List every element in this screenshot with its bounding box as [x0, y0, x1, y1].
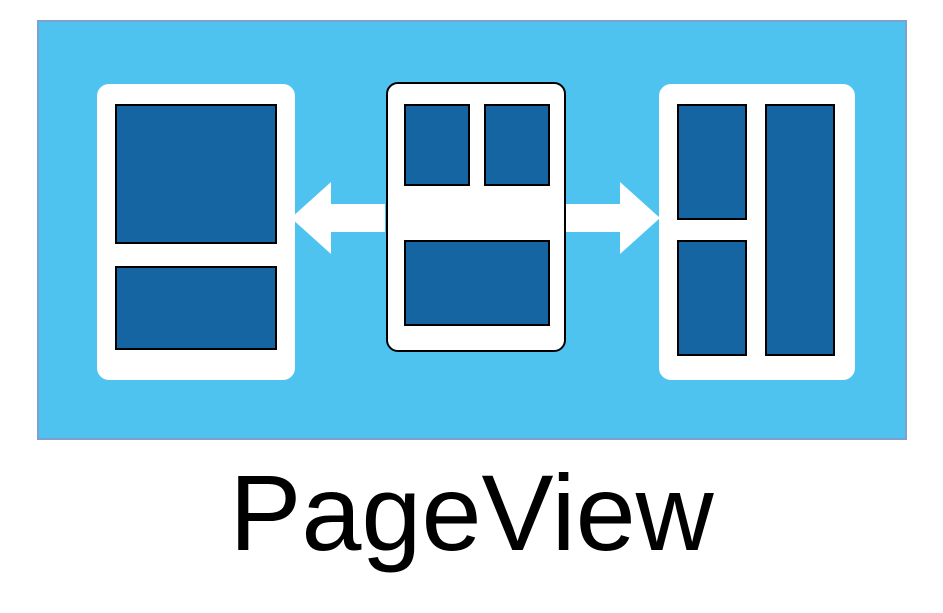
pageview-diagram [37, 20, 907, 440]
page-card-left [97, 84, 295, 380]
layout-block [484, 104, 550, 186]
layout-block [765, 104, 835, 356]
diagram-caption: PageView [229, 450, 713, 575]
layout-block [404, 240, 550, 326]
page-card-center [386, 82, 566, 352]
layout-block [677, 240, 747, 356]
layout-block [115, 104, 277, 244]
layout-block [404, 104, 470, 186]
arrow-right-icon [620, 182, 660, 254]
arrow-shaft-left [329, 204, 385, 232]
arrow-shaft-right [566, 204, 622, 232]
layout-block [115, 266, 277, 350]
arrow-left-icon [291, 182, 331, 254]
page-card-right [659, 84, 855, 380]
layout-block [677, 104, 747, 220]
